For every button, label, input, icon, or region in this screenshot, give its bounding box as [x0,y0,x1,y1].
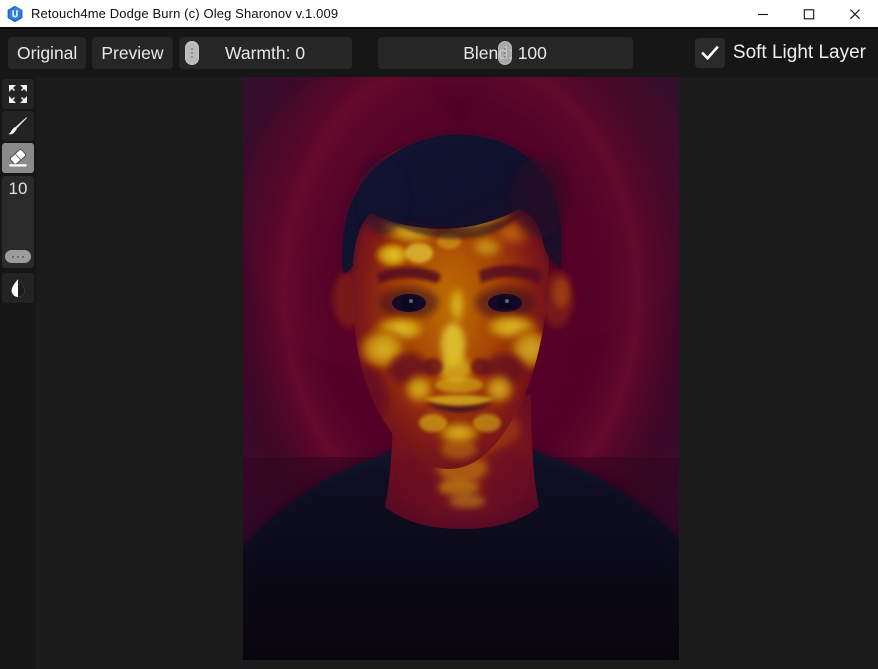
heatmap-portrait-render [243,77,679,660]
warmth-slider-label: Warmth: 0 [225,42,306,63]
workspace: 10 [0,77,878,669]
expand-arrows-icon [9,85,27,103]
dodge-burn-heatmap-portrait[interactable] [243,77,679,660]
minimize-button[interactable] [740,0,786,27]
warmth-slider[interactable]: Warmth: 0 [178,37,352,69]
window-title: Retouch4me Dodge Burn (c) Oleg Sharonov … [31,6,339,21]
retouch4me-hexagon-icon [7,5,23,22]
window-controls [740,0,878,27]
paintbrush-icon [8,117,27,135]
top-toolbar: Original Preview Warmth: 0 Blend: 100 So… [0,29,878,77]
blend-slider-handle[interactable] [497,41,512,65]
tool-rail: 10 [0,77,36,669]
fit-to-screen-tool[interactable] [2,79,34,109]
soft-light-layer-label: Soft Light Layer [732,42,866,63]
title-bar: Retouch4me Dodge Burn (c) Oleg Sharonov … [0,0,878,29]
canvas-area[interactable] [36,77,878,669]
brush-tool[interactable] [2,111,34,141]
droplet-contrast-icon [11,279,25,297]
eraser-icon [9,149,27,167]
brush-size-value: 10 [8,179,28,198]
close-button[interactable] [832,0,878,27]
brush-size-slider-handle[interactable] [5,250,31,263]
application-window: Retouch4me Dodge Burn (c) Oleg Sharonov … [0,0,878,669]
soft-light-layer-checkbox[interactable]: Soft Light Layer [694,38,870,68]
original-button[interactable]: Original [8,37,87,69]
checkmark-icon [701,45,719,61]
soft-light-layer-checkbox-box[interactable] [694,38,725,68]
minimize-icon [758,13,768,15]
maximize-icon [803,8,815,19]
contrast-tool[interactable] [2,273,34,303]
preview-button[interactable]: Preview [92,37,173,69]
brush-size-slider[interactable]: 10 [2,176,34,268]
blend-slider[interactable]: Blend: 100 [377,37,633,69]
eraser-tool[interactable] [2,143,34,173]
maximize-button[interactable] [786,0,832,27]
close-icon [850,8,860,19]
warmth-slider-handle[interactable] [184,41,199,65]
